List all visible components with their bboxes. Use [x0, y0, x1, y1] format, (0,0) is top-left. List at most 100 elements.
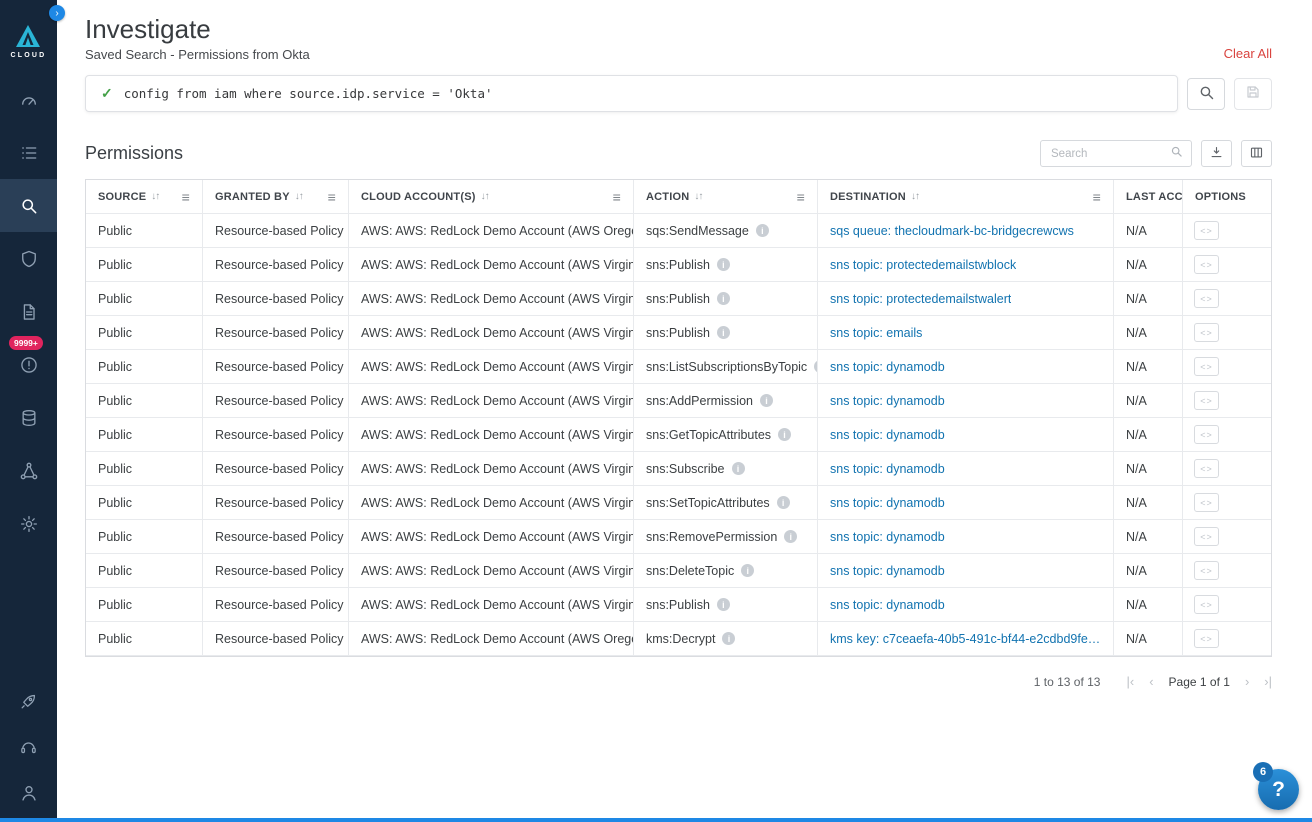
query-input[interactable]: ✓ config from iam where source.idp.servi…	[85, 75, 1178, 112]
sidebar-item-compliance[interactable]	[0, 232, 57, 285]
table-body: Public Resource-based Policy AWS: AWS: R…	[86, 214, 1182, 656]
sidebar-item-radar[interactable]	[0, 444, 57, 497]
help-button[interactable]: 6 ?	[1258, 769, 1299, 810]
cell-granted-by: Resource-based Policy	[203, 418, 349, 451]
column-header-last-access[interactable]: LAST ACC ↓↑	[1114, 180, 1182, 213]
column-header-granted-by[interactable]: GRANTED BY ↓↑ ≡	[203, 180, 349, 213]
view-json-code-button[interactable]: <>	[1194, 629, 1219, 648]
info-icon[interactable]: i	[756, 224, 769, 237]
cell-action-label: sqs:SendMessage	[646, 224, 749, 238]
cell-action-label: kms:Decrypt	[646, 632, 715, 646]
cell-cloud-account: AWS: AWS: RedLock Demo Account (AWS Virg…	[349, 384, 634, 417]
view-json-code-button[interactable]: <>	[1194, 425, 1219, 444]
view-json-code-button[interactable]: <>	[1194, 289, 1219, 308]
column-picker-button[interactable]	[1241, 140, 1272, 167]
cell-destination-link[interactable]: sns topic: dynamodb	[830, 428, 945, 442]
cell-source: Public	[86, 452, 203, 485]
cell-destination-link[interactable]: sns topic: dynamodb	[830, 496, 945, 510]
cell-destination-link[interactable]: sns topic: dynamodb	[830, 530, 945, 544]
view-json-code-button[interactable]: <>	[1194, 221, 1219, 240]
cell-cloud-account: AWS: AWS: RedLock Demo Account (AWS Virg…	[349, 452, 634, 485]
sort-arrows-icon: ↓↑	[694, 191, 702, 202]
column-header-cloud-accounts[interactable]: CLOUD ACCOUNT(S) ↓↑ ≡	[349, 180, 634, 213]
table-search-input[interactable]	[1049, 147, 1170, 161]
cell-action-label: sns:AddPermission	[646, 394, 753, 408]
options-cell: <>	[1183, 282, 1271, 316]
column-header-source[interactable]: SOURCE ↓↑ ≡	[86, 180, 203, 213]
cell-last-access: N/A	[1114, 316, 1182, 349]
column-menu-icon[interactable]: ≡	[1093, 189, 1101, 205]
view-json-code-button[interactable]: <>	[1194, 561, 1219, 580]
sidebar-item-settings[interactable]	[0, 497, 57, 550]
sidebar-item-investigate[interactable]	[0, 179, 57, 232]
sidebar-item-licensing[interactable]	[0, 391, 57, 444]
cell-destination-link[interactable]: sns topic: emails	[830, 326, 922, 340]
sidebar-bottom-nav	[0, 678, 57, 816]
cell-destination-link[interactable]: sns topic: dynamodb	[830, 462, 945, 476]
clear-all-link[interactable]: Clear All	[1224, 46, 1272, 62]
options-cell: <>	[1183, 622, 1271, 656]
column-header-destination[interactable]: DESTINATION ↓↑ ≡	[818, 180, 1114, 213]
cell-destination-link[interactable]: sns topic: dynamodb	[830, 394, 945, 408]
sidebar-item-inventory[interactable]	[0, 126, 57, 179]
info-icon[interactable]: i	[778, 428, 791, 441]
cell-destination-link[interactable]: sns topic: dynamodb	[830, 360, 945, 374]
cell-cloud-account: AWS: AWS: RedLock Demo Account (AWS Virg…	[349, 520, 634, 553]
info-icon[interactable]: i	[741, 564, 754, 577]
download-button[interactable]	[1201, 140, 1232, 167]
sidebar-item-reports[interactable]	[0, 285, 57, 338]
save-search-button[interactable]	[1234, 78, 1272, 110]
sidebar-item-profile[interactable]	[0, 770, 57, 816]
options-cell: <>	[1183, 214, 1271, 248]
cell-destination-link[interactable]: kms key: c7ceaefa-40b5-491c-bf44-e2cdbd9…	[830, 632, 1101, 646]
info-icon[interactable]: i	[784, 530, 797, 543]
sidebar-item-support[interactable]	[0, 724, 57, 770]
info-icon[interactable]: i	[717, 326, 730, 339]
cell-action-label: sns:Publish	[646, 292, 710, 306]
options-cell: <>	[1183, 418, 1271, 452]
view-json-code-button[interactable]: <>	[1194, 357, 1219, 376]
run-search-button[interactable]	[1187, 78, 1225, 110]
options-column: OPTIONS <> <> <> <> <> <> <> <> <> <> <>…	[1182, 180, 1271, 656]
table-horizontal-scroll[interactable]: SOURCE ↓↑ ≡ GRANTED BY ↓↑ ≡ CLOUD ACCOUN…	[86, 180, 1182, 656]
sidebar-item-quickstart[interactable]	[0, 678, 57, 724]
cell-destination-link[interactable]: sns topic: dynamodb	[830, 564, 945, 578]
info-icon[interactable]: i	[760, 394, 773, 407]
next-page-button[interactable]: ›	[1245, 674, 1249, 689]
cell-destination-link[interactable]: sqs queue: thecloudmark-bc-bridgecrewcws	[830, 224, 1074, 238]
column-menu-icon[interactable]: ≡	[797, 189, 805, 205]
cell-destination-link[interactable]: sns topic: dynamodb	[830, 598, 945, 612]
view-json-code-button[interactable]: <>	[1194, 595, 1219, 614]
column-menu-icon[interactable]: ≡	[182, 189, 190, 205]
view-json-code-button[interactable]: <>	[1194, 391, 1219, 410]
info-icon[interactable]: i	[717, 598, 730, 611]
info-icon[interactable]: i	[722, 632, 735, 645]
first-page-button[interactable]: |‹	[1126, 674, 1134, 689]
column-menu-icon[interactable]: ≡	[613, 189, 621, 205]
cell-destination-link[interactable]: sns topic: protectedemailstwalert	[830, 292, 1011, 306]
cell-last-access: N/A	[1114, 452, 1182, 485]
cell-cloud-account: AWS: AWS: RedLock Demo Account (AWS Virg…	[349, 418, 634, 451]
cell-granted-by: Resource-based Policy	[203, 282, 349, 315]
column-header-action[interactable]: ACTION ↓↑ ≡	[634, 180, 818, 213]
query-bar: ✓ config from iam where source.idp.servi…	[85, 75, 1272, 112]
view-json-code-button[interactable]: <>	[1194, 527, 1219, 546]
sidebar-item-dashboard[interactable]	[0, 73, 57, 126]
info-icon[interactable]: i	[732, 462, 745, 475]
sidebar-expand-button[interactable]: ›	[49, 5, 65, 21]
info-icon[interactable]: i	[717, 258, 730, 271]
view-json-code-button[interactable]: <>	[1194, 459, 1219, 478]
last-page-button[interactable]: ›|	[1264, 674, 1272, 689]
view-json-code-button[interactable]: <>	[1194, 255, 1219, 274]
info-icon[interactable]: i	[777, 496, 790, 509]
view-json-code-button[interactable]: <>	[1194, 323, 1219, 342]
column-menu-icon[interactable]: ≡	[328, 189, 336, 205]
view-json-code-button[interactable]: <>	[1194, 493, 1219, 512]
cell-destination-link[interactable]: sns topic: protectedemailstwblock	[830, 258, 1016, 272]
column-label: ACTION	[646, 191, 689, 203]
info-icon[interactable]: i	[717, 292, 730, 305]
sidebar-item-alerts[interactable]: 9999+	[0, 338, 57, 391]
prev-page-button[interactable]: ‹	[1149, 674, 1153, 689]
cell-destination: sns topic: dynamodb	[818, 418, 1114, 451]
table-toolbar: Permissions	[85, 140, 1272, 167]
